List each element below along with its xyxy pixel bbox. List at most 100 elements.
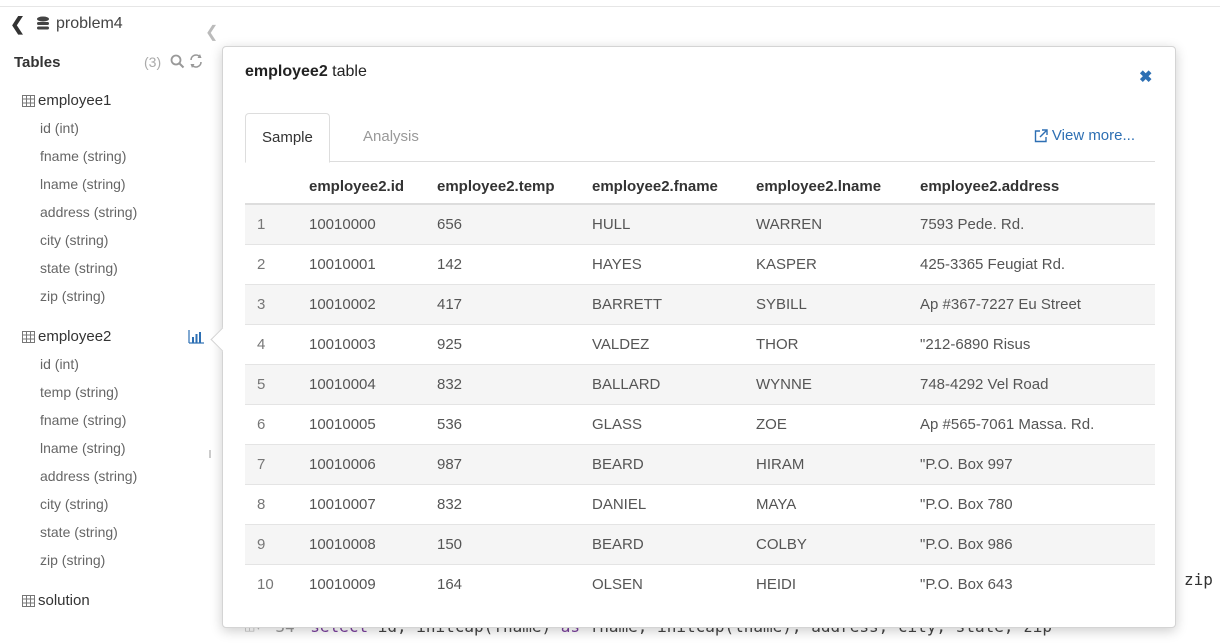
stats-chart-icon[interactable] (188, 330, 204, 344)
table-row: 10 10010009 164 OLSEN HEIDI "P.O. Box 643 (245, 564, 1155, 604)
column-header (245, 169, 309, 205)
sidebar-table-employee2[interactable]: employee2 (22, 328, 111, 345)
column-header[interactable]: employee2.fname (592, 169, 756, 205)
tab-sample[interactable]: Sample (245, 113, 330, 163)
refresh-icon[interactable] (188, 53, 204, 69)
column-item[interactable]: state (string) (40, 524, 118, 540)
table-cell: "P.O. Box 780 (920, 484, 1155, 525)
table-cell: 150 (437, 524, 592, 565)
table-row: 4 10010003 925 VALDEZ THOR "212-6890 Risus (245, 324, 1155, 365)
table-cell: "P.O. Box 986 (920, 524, 1155, 565)
table-cell: HULL (592, 203, 756, 245)
column-header[interactable]: employee2.address (920, 169, 1155, 205)
column-item[interactable]: address (string) (40, 468, 137, 484)
sidebar-table-solution[interactable]: solution (22, 592, 90, 609)
column-item[interactable]: id (int) (40, 120, 79, 136)
table-cell: OLSEN (592, 564, 756, 604)
database-header[interactable]: ❮ problem4 (10, 12, 123, 36)
search-icon[interactable] (170, 54, 185, 69)
table-cell: 10010001 (309, 244, 437, 285)
column-header[interactable]: employee2.id (309, 169, 437, 205)
table-cell: 7593 Pede. Rd. (920, 203, 1155, 245)
popover-title-suffix: table (327, 63, 367, 80)
table-cell: 10010008 (309, 524, 437, 565)
table-cell: 10010005 (309, 404, 437, 445)
popover-title-table: employee2 (245, 63, 328, 80)
column-header[interactable]: employee2.lname (756, 169, 920, 205)
table-grid-icon (22, 94, 35, 107)
column-item[interactable]: fname (string) (40, 148, 126, 164)
table-cell: 10010006 (309, 444, 437, 485)
column-header[interactable]: employee2.temp (437, 169, 592, 205)
table-cell: Ap #565-7061 Massa. Rd. (920, 404, 1155, 445)
table-name-label: employee1 (38, 92, 112, 109)
table-name-label: employee2 (38, 328, 112, 345)
table-cell: 10010004 (309, 364, 437, 405)
table-grid-icon (22, 594, 35, 607)
column-item[interactable]: state (string) (40, 260, 118, 276)
table-cell: 10010000 (309, 203, 437, 245)
table-row: 6 10010005 536 GLASS ZOE Ap #565-7061 Massa. … (245, 404, 1155, 445)
column-item[interactable]: temp (string) (40, 384, 119, 400)
back-chevron-icon[interactable]: ❮ (10, 14, 28, 35)
column-item[interactable]: zip (string) (40, 552, 105, 568)
tables-header: Tables (3) (14, 52, 214, 72)
table-cell: 656 (437, 203, 592, 245)
column-item[interactable]: lname (string) (40, 176, 126, 192)
sidebar-table-employee1[interactable]: employee1 (22, 92, 111, 109)
table-cell: MAYA (756, 484, 920, 525)
table-cell: 142 (437, 244, 592, 285)
column-item[interactable]: fname (string) (40, 412, 126, 428)
row-number-cell: 2 (245, 244, 309, 285)
row-number-cell: 7 (245, 444, 309, 485)
column-item[interactable]: address (string) (40, 204, 137, 220)
column-item[interactable]: zip (string) (40, 288, 105, 304)
table-grid-icon (22, 330, 35, 343)
table-row: 9 10010008 150 BEARD COLBY "P.O. Box 986 (245, 524, 1155, 565)
column-item[interactable]: city (string) (40, 496, 108, 512)
table-cell: "212-6890 Risus (920, 324, 1155, 365)
table-cell: 417 (437, 284, 592, 325)
database-name: problem4 (56, 15, 123, 32)
row-number-cell: 6 (245, 404, 309, 445)
row-number-cell: 9 (245, 524, 309, 565)
sidebar-scrollbar[interactable] (209, 450, 211, 458)
table-cell: THOR (756, 324, 920, 365)
collapse-chevron-icon[interactable]: ❮ (205, 22, 218, 42)
popover-tabs: Sample Analysis View more... (245, 113, 1155, 163)
sample-data-table: employee2.id employee2.temp employee2.fn… (245, 169, 1155, 604)
table-cell: 10010007 (309, 484, 437, 525)
table-cell: HIRAM (756, 444, 920, 485)
tab-analysis[interactable]: Analysis (347, 113, 435, 161)
table-cell: 425-3365 Feugiat Rd. (920, 244, 1155, 285)
close-icon[interactable]: ✖ (1139, 67, 1152, 87)
popover-title: employee2 table (245, 63, 367, 81)
column-item[interactable]: city (string) (40, 232, 108, 248)
table-cell: WARREN (756, 203, 920, 245)
table-cell: "P.O. Box 643 (920, 564, 1155, 604)
column-item[interactable]: lname (string) (40, 440, 126, 456)
table-cell: 832 (437, 364, 592, 405)
row-number-cell: 3 (245, 284, 309, 325)
table-cell: 10010009 (309, 564, 437, 604)
row-number-cell: 10 (245, 564, 309, 604)
view-more-link[interactable]: View more... (1034, 127, 1135, 144)
editor-text-fragment: zip (1184, 570, 1213, 589)
table-cell: COLBY (756, 524, 920, 565)
table-cell: HAYES (592, 244, 756, 285)
table-row: 3 10010002 417 BARRETT SYBILL Ap #367-7227 Eu… (245, 284, 1155, 325)
row-number-cell: 1 (245, 203, 309, 245)
column-item[interactable]: id (int) (40, 356, 79, 372)
external-link-icon (1034, 128, 1048, 142)
table-header-row: employee2.id employee2.temp employee2.fn… (245, 169, 1155, 205)
table-cell: 925 (437, 324, 592, 365)
tables-label: Tables (14, 53, 61, 71)
table-cell: HEIDI (756, 564, 920, 604)
table-cell: 10010002 (309, 284, 437, 325)
table-cell: BEARD (592, 444, 756, 485)
row-number-cell: 8 (245, 484, 309, 525)
database-icon (37, 16, 49, 30)
table-cell: 748-4292 Vel Road (920, 364, 1155, 405)
table-cell: BEARD (592, 524, 756, 565)
row-number-cell: 4 (245, 324, 309, 365)
